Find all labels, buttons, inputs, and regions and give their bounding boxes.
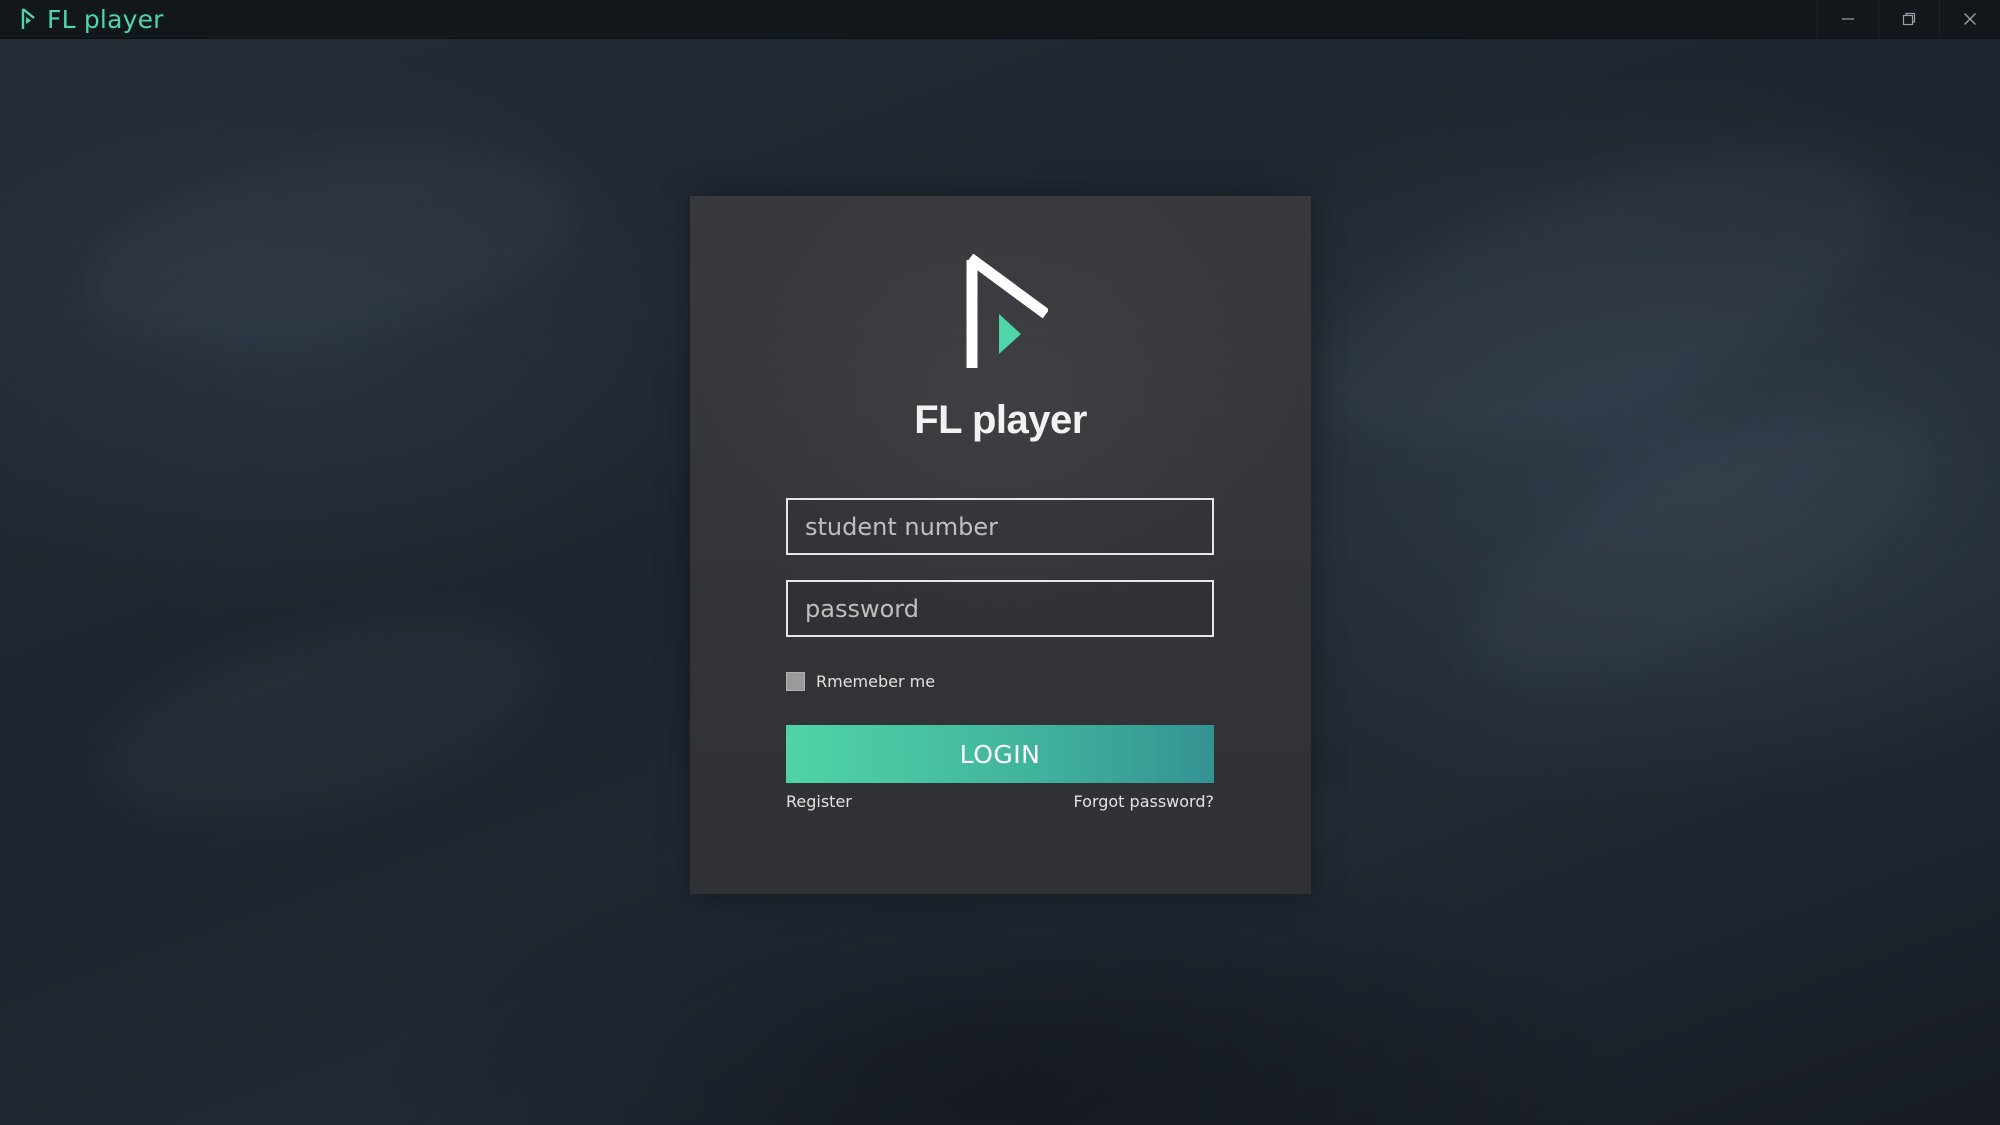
student-number-field[interactable]	[786, 498, 1214, 555]
app-name-heading: FL player	[914, 398, 1087, 442]
student-number-input[interactable]	[788, 500, 1212, 553]
minimize-icon	[1842, 18, 1854, 20]
login-button-label: LOGIN	[959, 739, 1041, 769]
remember-me-row[interactable]: Rmemeber me	[786, 672, 935, 691]
password-input[interactable]	[788, 582, 1212, 635]
close-icon	[1964, 13, 1976, 25]
forgot-password-link[interactable]: Forgot password?	[1074, 792, 1214, 811]
remember-me-checkbox[interactable]	[786, 672, 805, 691]
window-controls	[1817, 0, 2000, 38]
restore-button[interactable]	[1878, 0, 1939, 38]
window-title: FL player	[47, 5, 164, 34]
app-logo-icon	[21, 8, 35, 29]
restore-icon	[1902, 12, 1916, 26]
title-bar[interactable]: FL player	[0, 0, 2000, 39]
minimize-button[interactable]	[1817, 0, 1878, 38]
remember-me-label: Rmemeber me	[816, 672, 936, 691]
app-window: FL player FL player student number Rmeme…	[0, 0, 2000, 1125]
login-button[interactable]: LOGIN	[786, 725, 1214, 783]
password-field[interactable]	[786, 580, 1214, 637]
register-link[interactable]: Register	[786, 792, 852, 811]
close-button[interactable]	[1939, 0, 2000, 38]
app-logo-icon	[966, 254, 1048, 368]
